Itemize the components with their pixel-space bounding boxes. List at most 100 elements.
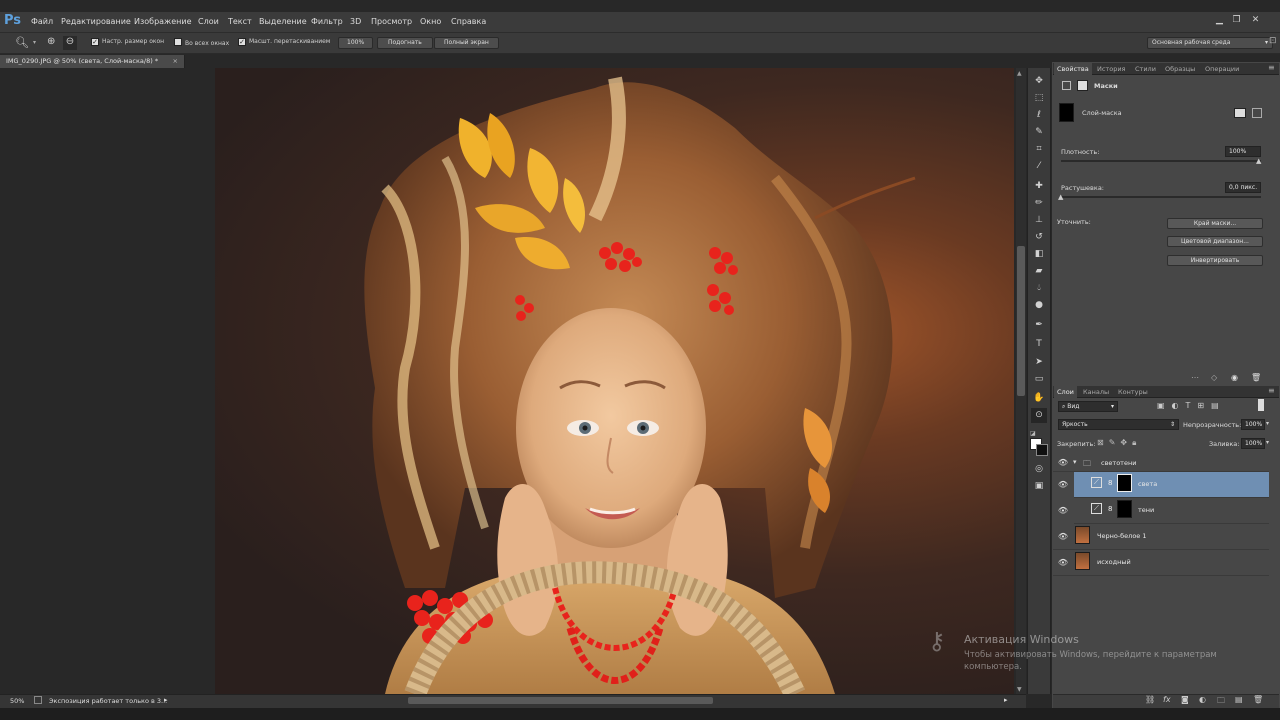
load-selection-icon[interactable]: ⋯ <box>1191 373 1199 382</box>
toggle-mask-visibility-icon[interactable]: ◉ <box>1231 373 1238 382</box>
zoom-tool-icon[interactable]: 🔍︎ <box>15 36 29 49</box>
blur-tool-icon[interactable]: 💧︎ <box>1031 281 1047 296</box>
add-mask-icon[interactable]: ◙ <box>1181 695 1189 704</box>
fill-screen-button[interactable]: Полный экран <box>434 37 499 49</box>
menu-view[interactable]: Просмотр <box>371 17 412 26</box>
eyedropper-tool-icon[interactable]: ⁄ <box>1031 159 1047 174</box>
zoom-100-button[interactable]: 100% <box>338 37 374 49</box>
layer-style-icon[interactable]: fx <box>1163 695 1171 704</box>
menu-help[interactable]: Справка <box>451 17 486 26</box>
tab-paths[interactable]: Контуры <box>1118 386 1148 398</box>
scroll-right-icon[interactable]: ▸ <box>1004 696 1008 704</box>
menu-window[interactable]: Окно <box>420 17 441 26</box>
scroll-up-icon[interactable]: ▲ <box>1017 70 1022 77</box>
restore-icon[interactable]: ❐ <box>1231 15 1242 26</box>
layer-name[interactable]: исходный <box>1097 558 1131 566</box>
document-image[interactable] <box>215 68 1014 694</box>
opacity-dropdown-icon[interactable]: ▾ <box>1266 420 1269 427</box>
doc-info-icon[interactable] <box>34 696 42 704</box>
add-pixel-mask-icon[interactable] <box>1234 108 1246 118</box>
scroll-down-icon[interactable]: ▼ <box>1017 686 1022 693</box>
clone-stamp-tool-icon[interactable]: ⊥ <box>1031 213 1047 228</box>
feather-field[interactable]: 0,0 пикс. <box>1225 182 1261 193</box>
fill-field[interactable]: 100% <box>1241 438 1265 449</box>
link-layers-icon[interactable]: ⛓︎ <box>1145 695 1155 704</box>
adjustment-mask-icon[interactable] <box>1062 81 1071 90</box>
zoom-tool-active-icon[interactable]: ⊙ <box>1031 408 1047 423</box>
group-expand-chevron-icon[interactable]: ▾ <box>1073 458 1077 466</box>
tab-actions[interactable]: Операции <box>1205 63 1239 75</box>
tab-channels[interactable]: Каналы <box>1083 386 1109 398</box>
layer-name[interactable]: света <box>1138 480 1157 488</box>
menu-select[interactable]: Выделение <box>259 17 307 26</box>
zoom-out-icon[interactable]: ⊖ <box>63 36 77 50</box>
visibility-eye-icon[interactable]: 👁︎ <box>1057 558 1069 567</box>
layer-filter-kind-select[interactable]: ⌕ Вид ▾ <box>1058 401 1118 412</box>
layer-row[interactable] <box>1074 498 1269 524</box>
vertical-scroll-thumb[interactable] <box>1017 246 1025 396</box>
zoom-in-icon[interactable]: ⊕ <box>47 36 55 47</box>
shape-tool-icon[interactable]: ▭ <box>1031 372 1047 387</box>
add-vector-mask-icon[interactable] <box>1252 108 1262 118</box>
lasso-tool-icon[interactable]: ℓ <box>1031 108 1047 123</box>
apply-mask-icon[interactable]: ◇ <box>1211 373 1217 382</box>
crop-tool-icon[interactable]: ⌗ <box>1031 142 1047 157</box>
chevron-down-icon[interactable]: ▾ <box>33 39 36 46</box>
delete-layer-icon[interactable]: 🗑︎ <box>1253 695 1263 704</box>
layer-mask-thumbnail[interactable] <box>1117 474 1132 492</box>
gradient-tool-icon[interactable]: ▰ <box>1031 264 1047 279</box>
fit-screen-button[interactable]: Подогнать <box>377 37 433 49</box>
density-slider[interactable] <box>1061 160 1261 162</box>
fill-dropdown-icon[interactable]: ▾ <box>1266 439 1269 446</box>
panel-toggle-icon[interactable]: ⊡ <box>1269 36 1277 46</box>
layer-filter-icons[interactable]: ▣◐T⊞▤ <box>1157 401 1226 410</box>
default-colors-icon[interactable]: ◪ <box>1030 430 1036 437</box>
pen-tool-icon[interactable]: ✒ <box>1031 318 1047 333</box>
feather-slider[interactable] <box>1061 196 1261 198</box>
link-chain-icon[interactable]: 8 <box>1108 505 1112 513</box>
close-icon[interactable]: ✕ <box>1250 15 1261 26</box>
blend-mode-select[interactable]: Яркость ⇕ <box>1058 419 1179 430</box>
feather-slider-handle-icon[interactable]: ▲ <box>1058 193 1063 201</box>
layer-name[interactable]: Черно-белое 1 <box>1097 532 1147 540</box>
layer-mask-thumbnail[interactable] <box>1117 500 1132 518</box>
status-menu-arrow-icon[interactable]: ▸ <box>164 696 168 704</box>
menu-file[interactable]: Файл <box>31 17 53 26</box>
workspace-select[interactable]: Основная рабочая среда ▾ <box>1147 37 1273 49</box>
hand-tool-icon[interactable]: ✋ <box>1031 391 1047 406</box>
layer-thumbnail[interactable] <box>1075 526 1090 544</box>
delete-mask-icon[interactable]: 🗑︎ <box>1251 373 1261 382</box>
visibility-eye-icon[interactable]: 👁︎ <box>1057 480 1069 489</box>
link-chain-icon[interactable]: 8 <box>1108 479 1112 487</box>
document-tab[interactable]: IMG_0290.JPG @ 50% (света, Слой-маска/8)… <box>0 55 185 68</box>
tab-history[interactable]: История <box>1097 63 1125 75</box>
tab-swatches[interactable]: Образцы <box>1165 63 1195 75</box>
panel-menu-icon[interactable]: ≡ <box>1268 63 1275 72</box>
path-select-tool-icon[interactable]: ➤ <box>1031 355 1047 370</box>
new-group-icon[interactable]: 🗀︎ <box>1217 695 1225 709</box>
visibility-eye-icon[interactable]: 👁︎ <box>1057 506 1069 515</box>
lock-icons[interactable]: ⊠✎✥🔒︎ <box>1097 438 1141 448</box>
menu-3d[interactable]: 3D <box>350 17 361 26</box>
layer-row-selected[interactable] <box>1074 472 1269 498</box>
density-slider-handle-icon[interactable]: ▲ <box>1256 157 1261 165</box>
background-color-swatch[interactable] <box>1036 444 1048 456</box>
mask-edge-button[interactable]: Край маски... <box>1167 218 1263 229</box>
all-windows-checkbox[interactable]: Во всех окнах <box>174 38 229 47</box>
horizontal-scroll-thumb[interactable] <box>408 697 713 704</box>
new-adjustment-icon[interactable]: ◐ <box>1199 695 1206 704</box>
color-range-button[interactable]: Цветовой диапазон... <box>1167 236 1263 247</box>
menu-edit[interactable]: Редактирование <box>61 17 131 26</box>
menu-layers[interactable]: Слои <box>198 17 219 26</box>
scrubby-zoom-checkbox[interactable]: ✓ Масшт. перетаскиванием <box>238 38 330 46</box>
layer-name[interactable]: тени <box>1138 506 1154 514</box>
marquee-tool-icon[interactable]: ⬚ <box>1031 91 1047 106</box>
visibility-eye-icon[interactable]: 👁︎ <box>1057 458 1069 467</box>
quick-select-tool-icon[interactable]: ✎ <box>1031 125 1047 140</box>
dodge-tool-icon[interactable]: ● <box>1031 298 1047 313</box>
layer-name[interactable]: светотени <box>1101 459 1136 467</box>
menu-filter[interactable]: Фильтр <box>311 17 343 26</box>
screen-mode-icon[interactable]: ▣ <box>1031 479 1047 494</box>
brush-tool-icon[interactable]: ✏ <box>1031 196 1047 211</box>
tab-properties[interactable]: Свойства <box>1054 63 1092 75</box>
